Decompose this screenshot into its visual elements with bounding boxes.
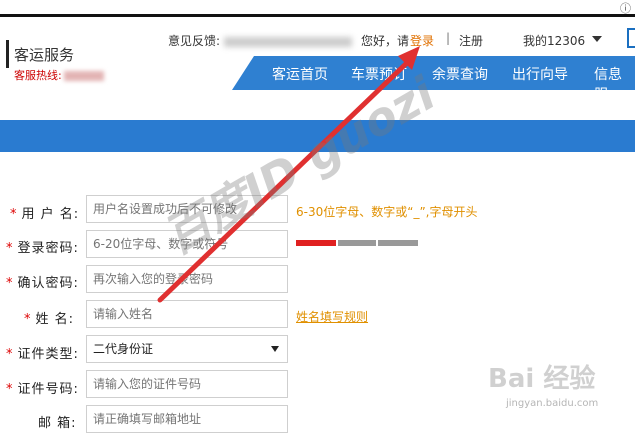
baidu-logo: Bai 经验 [488,364,596,394]
baidu-url: jingyan.baidu.com [506,398,599,409]
